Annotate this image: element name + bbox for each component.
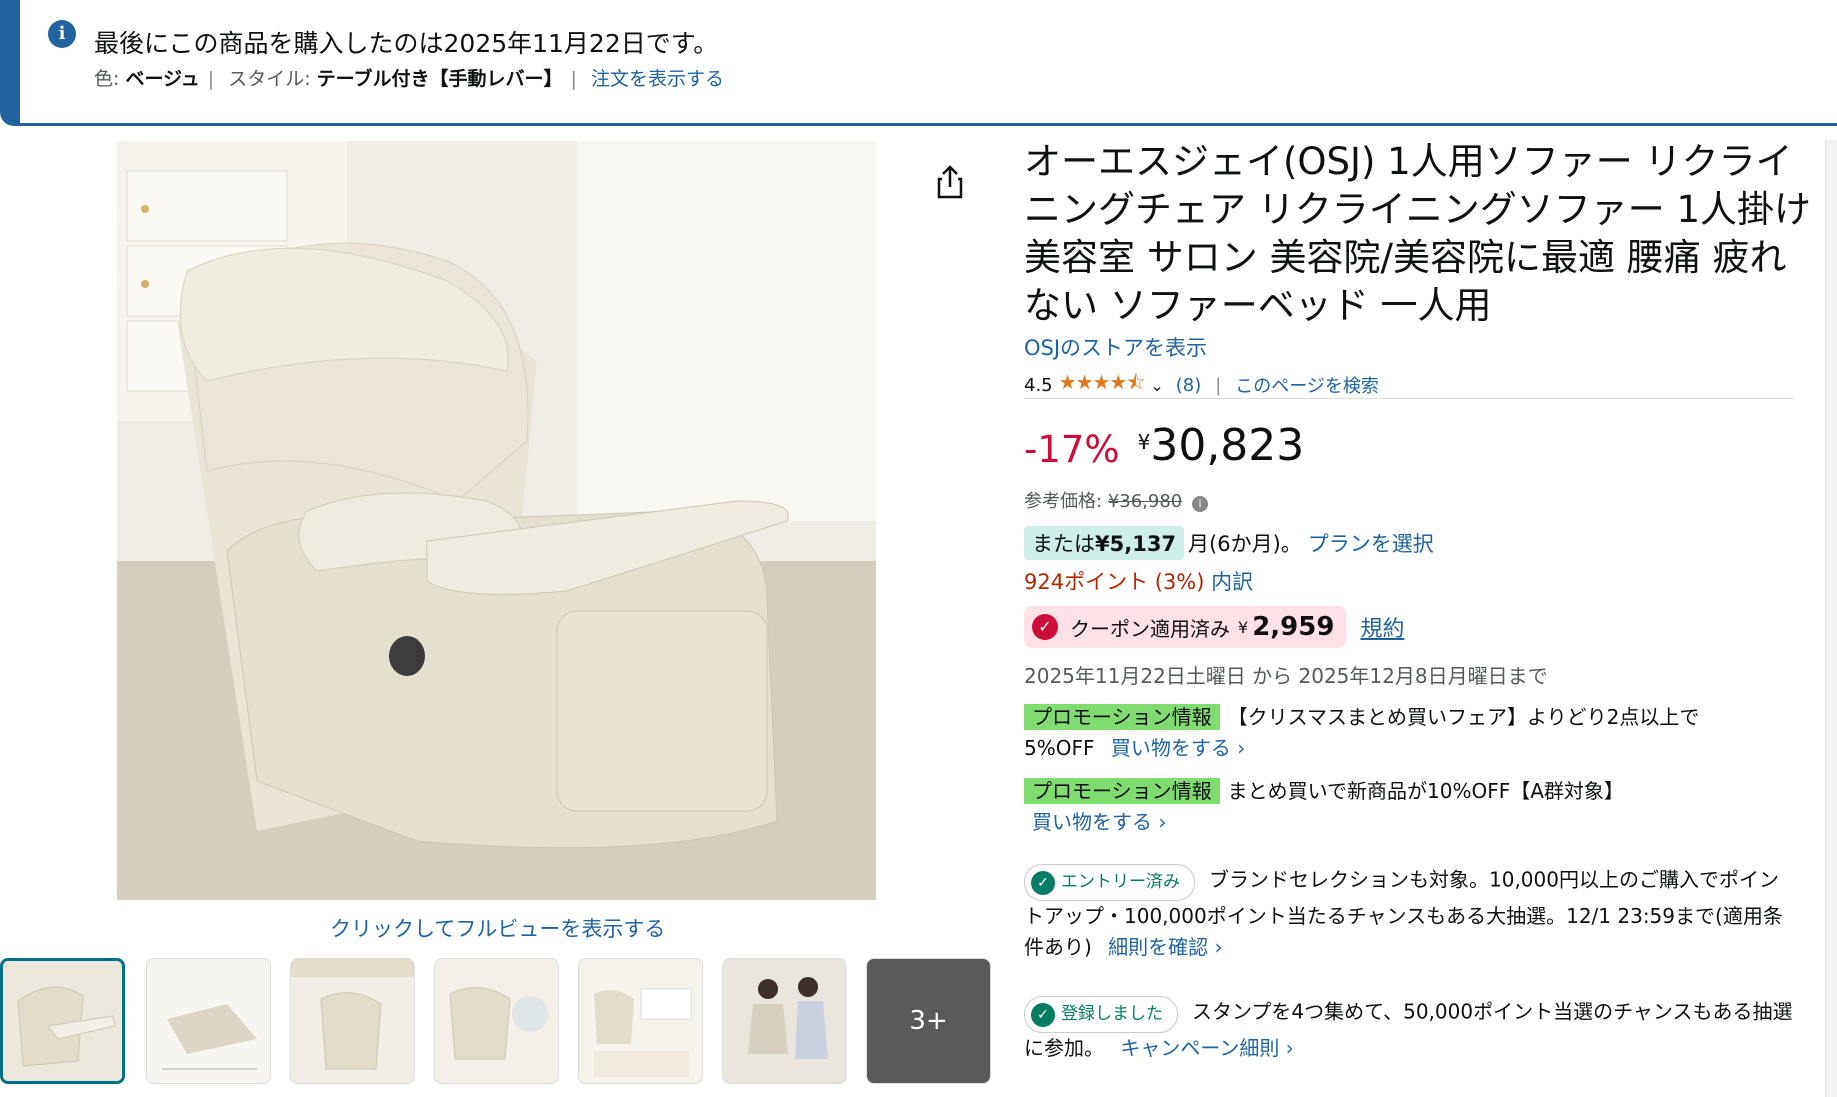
product-title: オーエスジェイ(OSJ) 1人用ソファー リクライニングチェア リクライニングソ… bbox=[1024, 140, 1812, 327]
share-icon[interactable] bbox=[936, 165, 964, 199]
entry-campaign-1: ✓ エントリー済み ブランドセレクションも対象。10,000円以上のご購入でポイント… bbox=[1024, 864, 1794, 963]
more-count: 3+ bbox=[909, 1006, 948, 1036]
view-order-link[interactable]: 注文を表示する bbox=[591, 68, 724, 90]
installment-suffix: 月(6か月)。 bbox=[1188, 532, 1302, 556]
reference-price-label: 参考価格: bbox=[1024, 491, 1103, 512]
info-circle-icon[interactable]: i bbox=[1191, 496, 1208, 512]
entry-rules-link[interactable]: 細則を確認 › bbox=[1108, 935, 1222, 959]
promo-2: プロモーション情報 まとめ買いで新商品が10%OFF【A群対象】 買い物をする › bbox=[1024, 776, 1754, 838]
select-plan-link[interactable]: プランを選択 bbox=[1308, 528, 1434, 558]
rating-row: 4.5 ★★★★⯪ ⌄ (8) | このページを検索 bbox=[1024, 368, 1379, 402]
banner-title: 最後にこの商品を購入したのは2025年11月22日です。 bbox=[94, 29, 719, 58]
coupon-dates: 2025年11月22日土曜日 から 2025年12月8日月曜日まで bbox=[1024, 664, 1548, 688]
promo-shop-link[interactable]: 買い物をする › bbox=[1111, 736, 1245, 760]
banner-details: 色: ベージュ | スタイル: テーブル付き【手動レバー】 | 注文を表示する bbox=[94, 68, 724, 90]
installment-highlight: または¥5,137 bbox=[1024, 526, 1185, 560]
reference-price-value: ¥36,980 bbox=[1107, 491, 1183, 512]
purchase-history-banner: i 最後にこの商品を購入したのは2025年11月22日です。 色: ベージュ | … bbox=[0, 0, 1837, 126]
search-page-link[interactable]: このページを検索 bbox=[1235, 372, 1379, 398]
star-rating-icon[interactable]: ★★★★⯪ bbox=[1059, 368, 1146, 402]
promo-shop-link[interactable]: 買い物をする › bbox=[1032, 810, 1166, 834]
campaign-rules-link[interactable]: キャンペーン細則 › bbox=[1120, 1036, 1293, 1060]
full-view-link[interactable]: クリックしてフルビューを表示する bbox=[330, 913, 665, 943]
thumbnail-6[interactable] bbox=[722, 958, 847, 1084]
thumbnail-5[interactable] bbox=[578, 958, 703, 1084]
check-circle-icon: ✓ bbox=[1031, 870, 1055, 895]
check-circle-icon: ✓ bbox=[1032, 614, 1058, 640]
entry-status-pill: ✓ エントリー済み bbox=[1024, 864, 1195, 901]
coupon-terms-link[interactable]: 規約 bbox=[1360, 611, 1404, 643]
thumbnail-1[interactable] bbox=[0, 958, 125, 1084]
promo-tag: プロモーション情報 bbox=[1024, 704, 1220, 730]
promo-text: まとめ買いで新商品が10%OFF【A群対象】 bbox=[1227, 779, 1624, 803]
entry-status: エントリー済み bbox=[1061, 872, 1180, 892]
divider bbox=[1024, 398, 1794, 399]
coupon-value: 2,959 bbox=[1252, 612, 1335, 642]
installment-plan: または¥5,137 月(6か月)。 プランを選択 bbox=[1024, 526, 1434, 560]
color-label: 色: bbox=[94, 68, 120, 90]
price-value: 30,823 bbox=[1150, 420, 1305, 471]
thumbnail-3[interactable] bbox=[290, 958, 415, 1084]
rating-value: 4.5 bbox=[1024, 374, 1053, 396]
coupon-row: ✓ クーポン適用済み ¥ 2,959 規約 bbox=[1024, 606, 1404, 648]
points-row: 924ポイント (3%) 内訳 bbox=[1024, 566, 1253, 596]
currency-symbol: ¥ bbox=[1137, 430, 1151, 454]
check-circle-icon: ✓ bbox=[1031, 1002, 1055, 1027]
promo-1: プロモーション情報 【クリスマスまとめ買いフェア】よりどり2点以上で5%OFF 買… bbox=[1024, 702, 1754, 764]
points-value: 924ポイント (3%) bbox=[1024, 570, 1205, 594]
entry-status: 登録しました bbox=[1061, 1004, 1163, 1024]
coupon-badge: ✓ クーポン適用済み ¥ 2,959 bbox=[1024, 606, 1347, 648]
installment-amount: ¥5,137 bbox=[1095, 532, 1177, 556]
color-value: ベージュ bbox=[125, 68, 200, 90]
installment-prefix: または bbox=[1032, 532, 1095, 556]
info-icon: i bbox=[48, 20, 76, 48]
entry-status-pill: ✓ 登録しました bbox=[1024, 996, 1178, 1033]
more-images-button[interactable]: 3+ bbox=[866, 958, 991, 1084]
thumbnail-4[interactable] bbox=[434, 958, 559, 1084]
coupon-label: クーポン適用済み bbox=[1070, 616, 1230, 641]
main-product-image[interactable] bbox=[117, 141, 876, 900]
coupon-currency: ¥ bbox=[1238, 617, 1249, 637]
thumbnail-2[interactable] bbox=[146, 958, 271, 1084]
chevron-down-icon[interactable]: ⌄ bbox=[1150, 376, 1163, 395]
style-value: テーブル付き【手動レバー】 bbox=[316, 68, 563, 90]
discount-percent: -17% bbox=[1024, 428, 1120, 471]
entry-campaign-2: ✓ 登録しました スタンプを4つ集めて、50,000ポイント当選のチャンスもある抽選… bbox=[1024, 996, 1794, 1064]
reference-price: 参考価格: ¥36,980 i bbox=[1024, 487, 1208, 513]
points-breakdown-link[interactable]: 内訳 bbox=[1211, 570, 1253, 594]
promo-tag: プロモーション情報 bbox=[1024, 778, 1220, 804]
store-link[interactable]: OSJのストアを表示 bbox=[1024, 332, 1207, 362]
scrollbar[interactable] bbox=[1825, 140, 1837, 1097]
style-label: スタイル: bbox=[228, 68, 311, 90]
price-row: -17% ¥ 30,823 bbox=[1024, 420, 1304, 471]
review-count-link[interactable]: (8) bbox=[1176, 375, 1202, 396]
